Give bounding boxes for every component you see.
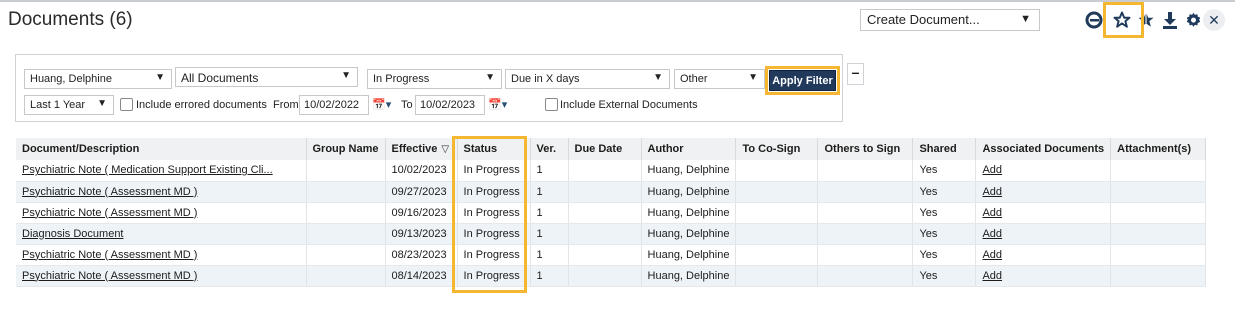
version-cell: 1 — [536, 164, 543, 177]
chevron-down-icon: ▼ — [1020, 13, 1031, 25]
table-row[interactable]: Diagnosis Document 09/13/2023 In Progress 1… — [16, 223, 1206, 245]
shared-cell: Yes — [919, 185, 938, 198]
close-icon[interactable]: ✕ — [1203, 9, 1225, 31]
associated-add-link[interactable]: Add — [982, 249, 1002, 261]
shared-cell: Yes — [919, 248, 938, 261]
include-external-label: Include External Documents — [560, 99, 698, 111]
shared-cell: Yes — [919, 206, 938, 219]
author-cell: Huang, Delphine — [647, 185, 730, 198]
author-cell: Huang, Delphine — [647, 206, 730, 219]
download-icon[interactable] — [1160, 9, 1180, 31]
effective-date-cell: 09/16/2023 — [391, 206, 447, 219]
column-header[interactable]: Attachment(s) — [1110, 138, 1206, 160]
page-title: Documents (6) — [8, 9, 133, 30]
effective-date-cell: 09/13/2023 — [391, 227, 447, 240]
due-value: Due in X days — [511, 73, 580, 85]
associated-add-link[interactable]: Add — [982, 270, 1002, 282]
include-external-checkbox[interactable] — [545, 98, 558, 111]
document-type-select[interactable]: All Documents ▼ — [175, 67, 358, 87]
column-header[interactable]: Document/Description — [16, 138, 307, 160]
shared-cell: Yes — [919, 164, 938, 177]
top-border — [0, 0, 1235, 2]
period-value: Last 1 Year — [30, 99, 86, 111]
column-header[interactable]: Ver. — [530, 138, 569, 160]
chevron-down-icon: ▼ — [97, 98, 107, 109]
document-link[interactable]: Psychiatric Note ( Assessment MD ) — [22, 207, 197, 219]
gear-icon[interactable] — [1183, 9, 1203, 31]
user-icon[interactable] — [1084, 9, 1104, 31]
document-link[interactable]: Psychiatric Note ( Assessment MD ) — [22, 249, 197, 261]
author-cell: Huang, Delphine — [647, 269, 730, 282]
create-document-select[interactable]: Create Document... ▼ — [860, 9, 1040, 31]
column-header[interactable]: Group Name — [306, 138, 386, 160]
other-value: Other — [680, 73, 708, 85]
calendar-icon[interactable]: 📅▾ — [488, 98, 507, 111]
effective-date-cell: 08/23/2023 — [391, 248, 447, 261]
version-cell: 1 — [536, 269, 543, 282]
include-errored-checkbox[interactable] — [120, 98, 133, 111]
effective-date-cell: 09/27/2023 — [391, 185, 447, 198]
author-cell: Huang, Delphine — [647, 227, 730, 240]
document-link[interactable]: Psychiatric Note ( Assessment MD ) — [22, 186, 197, 198]
version-cell: 1 — [536, 206, 543, 219]
period-select[interactable]: Last 1 Year ▼ — [24, 95, 114, 115]
column-header[interactable]: Due Date — [568, 138, 642, 160]
highlight-status-box — [452, 136, 527, 293]
author-cell: Huang, Delphine — [647, 164, 730, 177]
column-header[interactable]: Author — [641, 138, 737, 160]
highlight-apply-box — [765, 66, 840, 95]
table-row[interactable]: Psychiatric Note ( Assessment MD ) 09/16/… — [16, 202, 1206, 224]
associated-add-link[interactable]: Add — [982, 164, 1002, 176]
staff-select[interactable]: Huang, Delphine ▼ — [24, 69, 172, 89]
documents-table: Document/Description Group Name Effectiv… — [16, 138, 1206, 287]
table-header-row: Document/Description Group Name Effectiv… — [16, 138, 1206, 160]
to-date-input[interactable]: 10/02/2023 — [415, 95, 485, 115]
document-link[interactable]: Psychiatric Note ( Assessment MD ) — [22, 270, 197, 282]
version-cell: 1 — [536, 248, 543, 261]
document-type-value: All Documents — [181, 71, 259, 85]
chevron-down-icon: ▼ — [485, 72, 495, 83]
table-row[interactable]: Psychiatric Note ( Assessment MD ) 08/23/… — [16, 244, 1206, 266]
highlight-star-box — [1103, 2, 1144, 38]
chevron-down-icon: ▼ — [653, 72, 663, 83]
status-select[interactable]: In Progress ▼ — [367, 69, 502, 89]
table-row[interactable]: Psychiatric Note ( Medication Support Ex… — [16, 160, 1206, 182]
column-header[interactable]: To Co-Sign — [735, 138, 819, 160]
column-header[interactable]: Shared — [912, 138, 977, 160]
sort-desc-icon: ▽ — [441, 144, 450, 155]
associated-add-link[interactable]: Add — [982, 228, 1002, 240]
column-header[interactable]: Others to Sign — [817, 138, 914, 160]
collapse-filter-button[interactable]: – — [847, 63, 864, 85]
staff-value: Huang, Delphine — [30, 73, 112, 85]
document-link[interactable]: Psychiatric Note ( Medication Support Ex… — [22, 164, 273, 176]
table-row[interactable]: Psychiatric Note ( Assessment MD ) 09/27/… — [16, 181, 1206, 203]
calendar-icon[interactable]: 📅▾ — [372, 98, 391, 111]
create-document-value: Create Document... — [867, 12, 980, 27]
chevron-down-icon: ▼ — [748, 72, 758, 83]
from-date-input[interactable]: 10/02/2022 — [299, 95, 369, 115]
status-value: In Progress — [373, 73, 430, 85]
due-select[interactable]: Due in X days ▼ — [505, 69, 670, 89]
version-cell: 1 — [536, 227, 543, 240]
document-link[interactable]: Diagnosis Document — [22, 228, 124, 240]
shared-cell: Yes — [919, 269, 938, 282]
from-label: From — [273, 99, 299, 111]
associated-add-link[interactable]: Add — [982, 207, 1002, 219]
table-row[interactable]: Psychiatric Note ( Assessment MD ) 08/14/… — [16, 265, 1206, 287]
effective-date-cell: 10/02/2023 — [391, 164, 447, 177]
to-label: To — [401, 99, 413, 111]
effective-date-cell: 08/14/2023 — [391, 269, 447, 282]
chevron-down-icon: ▼ — [341, 70, 351, 81]
version-cell: 1 — [536, 185, 543, 198]
column-header[interactable]: Associated Documents — [975, 138, 1112, 160]
shared-cell: Yes — [919, 227, 938, 240]
other-select[interactable]: Other ▼ — [674, 69, 765, 89]
column-header[interactable]: Effective ▽ — [385, 138, 458, 160]
associated-add-link[interactable]: Add — [982, 186, 1002, 198]
author-cell: Huang, Delphine — [647, 248, 730, 261]
include-errored-label: Include errored documents — [136, 99, 267, 111]
chevron-down-icon: ▼ — [155, 72, 165, 83]
